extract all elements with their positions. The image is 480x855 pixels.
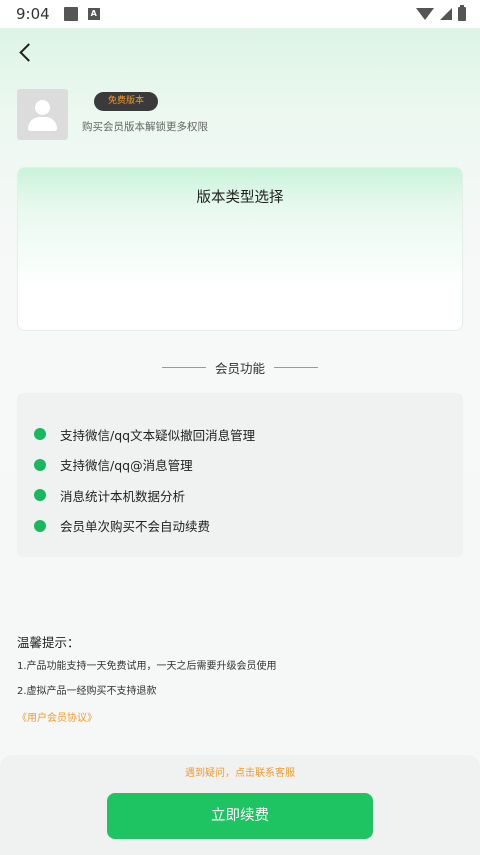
person-icon-body (28, 117, 57, 131)
status-bar: 9:04 A (0, 0, 480, 28)
bullet-dot-icon (34, 428, 46, 441)
feature-text: 支持微信/qq@消息管理 (60, 458, 193, 474)
list-item: 支持微信/qq文本疑似撤回消息管理 (17, 419, 463, 450)
plan-type-card: 版本类型选择 (17, 167, 463, 331)
feature-text: 会员单次购买不会自动续费 (60, 519, 211, 535)
person-icon (35, 100, 50, 115)
avatar (17, 89, 68, 140)
tip-item: 2.虚拟产品一经购买不支持退款 (17, 686, 157, 697)
membership-badge: 免费版本 (94, 92, 158, 111)
membership-description: 购买会员版本解锁更多权限 (82, 121, 208, 133)
bullet-dot-icon (34, 519, 46, 532)
status-time: 9:04 (16, 5, 50, 23)
renew-button[interactable]: 立即续费 (107, 793, 373, 839)
divider-right (274, 367, 318, 368)
a-icon: A (87, 8, 100, 20)
list-item: 支持微信/qq@消息管理 (17, 450, 463, 481)
features-section-header: 会员功能 (0, 358, 480, 377)
features-section-title: 会员功能 (214, 361, 265, 376)
bullet-dot-icon (34, 458, 46, 471)
feature-text: 支持微信/qq文本疑似撤回消息管理 (60, 427, 256, 443)
list-item: 消息统计本机数据分析 (17, 480, 463, 511)
status-icons (416, 5, 466, 21)
feature-text: 消息统计本机数据分析 (60, 488, 186, 504)
contact-support-link[interactable]: 遇到疑问，点击联系客服 (0, 764, 480, 779)
bullet-dot-icon (34, 489, 46, 502)
tips-title: 温馨提示： (17, 635, 80, 650)
signal-icon (440, 8, 452, 20)
divider-left (161, 367, 206, 368)
back-button[interactable] (10, 36, 40, 68)
chevron-left-icon (18, 42, 38, 62)
wifi-icon (416, 8, 434, 20)
battery-icon (458, 5, 466, 21)
tip-item: 1.产品功能支持一天免费试用，一天之后需要升级会员使用 (17, 661, 277, 672)
features-list: 支持微信/qq文本疑似撤回消息管理 支持微信/qq@消息管理 消息统计本机数据分… (17, 393, 463, 557)
user-agreement-link[interactable]: 《用户会员协议》 (17, 709, 97, 724)
list-item: 会员单次购买不会自动续费 (17, 511, 463, 542)
plan-type-title: 版本类型选择 (196, 190, 284, 206)
notification-square-icon (63, 7, 78, 21)
